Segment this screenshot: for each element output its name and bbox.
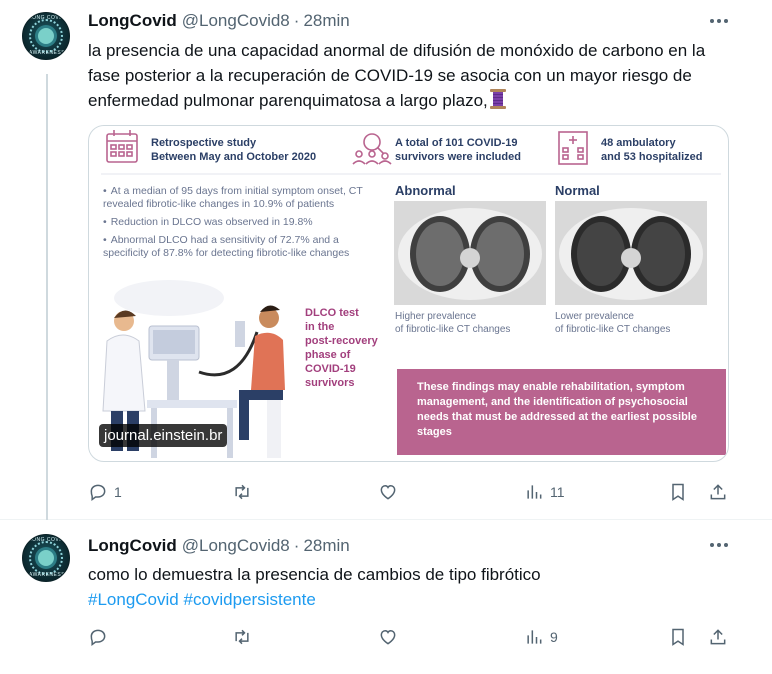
- display-name[interactable]: LongCovid: [88, 536, 177, 556]
- infographic-survivors-text: A total of 101 COVID-19 survivors were i…: [395, 137, 521, 163]
- tweet-1[interactable]: LONG COVID AWARENESS LongCovid @LongCovi…: [0, 0, 772, 520]
- spool-of-thread-emoji: [489, 89, 506, 109]
- finding-item: At a median of 95 days from initial symp…: [103, 185, 373, 211]
- user-handle[interactable]: @LongCovid8: [182, 11, 290, 31]
- timestamp[interactable]: 28min: [303, 11, 349, 31]
- avatar-virus-core: [38, 28, 54, 44]
- avatar-lettering-bottom: AWARENESS: [28, 572, 66, 578]
- reply-button[interactable]: 1: [88, 477, 122, 507]
- tweet-header: LongCovid @LongCovid8 · 28min: [88, 10, 350, 32]
- infographic-study-text: Retrospective study Between May and Octo…: [151, 137, 317, 163]
- retweet-icon: [235, 484, 249, 500]
- dlco-test-label: DLCO test in the post-recovery phase of …: [305, 307, 378, 389]
- heart-icon: [380, 484, 396, 500]
- share-button[interactable]: [708, 477, 728, 507]
- ct-scan-abnormal: [394, 201, 546, 305]
- like-button[interactable]: [378, 622, 398, 652]
- hashtag-link[interactable]: #covidpersistente: [183, 590, 315, 609]
- tweet-text: la presencia de una capacidad anormal de…: [88, 38, 738, 113]
- hashtag-link[interactable]: #LongCovid: [88, 590, 179, 609]
- views-chart-icon: [527, 630, 542, 644]
- infographic-findings-list: At a median of 95 days from initial symp…: [103, 185, 373, 260]
- finding-item: Abnormal DLCO had a sensitivity of 72.7%…: [103, 234, 373, 260]
- conclusion-text: These findings may enable rehabilitation…: [417, 381, 697, 438]
- views-count: 11: [550, 484, 565, 500]
- views-button[interactable]: 9: [524, 622, 558, 652]
- tweet-2[interactable]: LONG COVID AWARENESS LongCovid @LongCovi…: [0, 520, 772, 674]
- abnormal-caption: Higher prevalence of fibrotic-like CT ch…: [395, 311, 511, 335]
- tweet-text: como lo demuestra la presencia de cambio…: [88, 562, 738, 612]
- thread-connector-line: [46, 74, 48, 520]
- views-chart-icon: [527, 485, 542, 499]
- reply-count: 1: [114, 484, 122, 500]
- tweet-text-body: como lo demuestra la presencia de cambio…: [88, 565, 541, 584]
- bookmark-icon: [672, 628, 684, 646]
- timestamp[interactable]: 28min: [303, 536, 349, 556]
- image-watermark: journal.einstein.br: [99, 424, 228, 447]
- people-search-icon: [352, 133, 392, 165]
- separator-dot: ·: [293, 11, 300, 30]
- share-icon: [710, 484, 726, 500]
- like-button[interactable]: [378, 477, 398, 507]
- hospital-icon: [558, 131, 588, 165]
- bookmark-button[interactable]: [668, 477, 688, 507]
- views-count: 9: [550, 629, 558, 645]
- reply-icon: [90, 484, 106, 501]
- views-button[interactable]: 11: [524, 477, 565, 507]
- tweet-action-bar: 1 11: [80, 477, 760, 507]
- hashtag-list: #LongCovid #covidpersistente: [88, 587, 738, 612]
- separator-dot: ·: [293, 536, 300, 555]
- retweet-button[interactable]: [232, 622, 252, 652]
- tweet-action-bar: 9: [80, 622, 760, 652]
- reply-button[interactable]: [88, 622, 108, 652]
- avatar-lettering-bottom: AWARENESS: [28, 50, 66, 56]
- ct-scan-normal: [555, 201, 707, 305]
- normal-label: Normal: [555, 183, 600, 198]
- reply-icon: [90, 629, 106, 646]
- bookmark-button[interactable]: [668, 622, 688, 652]
- retweet-button[interactable]: [232, 477, 252, 507]
- more-dots-icon[interactable]: [708, 10, 730, 32]
- bookmark-icon: [672, 483, 684, 501]
- normal-caption: Lower prevalence of fibrotic-like CT cha…: [555, 311, 671, 335]
- avatar[interactable]: LONG COVID AWARENESS: [22, 534, 70, 582]
- calendar-icon: [106, 130, 138, 163]
- display-name[interactable]: LongCovid: [88, 11, 177, 31]
- user-handle[interactable]: @LongCovid8: [182, 536, 290, 556]
- tweet-header: LongCovid @LongCovid8 · 28min: [88, 535, 350, 557]
- tweet-media-image[interactable]: Retrospective study Between May and Octo…: [88, 125, 729, 462]
- avatar-virus-core: [38, 550, 54, 566]
- retweet-icon: [235, 629, 249, 645]
- heart-icon: [380, 629, 396, 645]
- avatar[interactable]: LONG COVID AWARENESS: [22, 12, 70, 60]
- finding-item: Reduction in DLCO was observed in 19.8%: [103, 216, 373, 229]
- share-icon: [710, 629, 726, 645]
- infographic-patients-text: 48 ambulatory and 53 hospitalized: [601, 137, 703, 163]
- tweet-text-body: la presencia de una capacidad anormal de…: [88, 41, 706, 110]
- abnormal-label: Abnormal: [395, 183, 456, 198]
- more-dots-icon[interactable]: [708, 534, 730, 556]
- share-button[interactable]: [708, 622, 728, 652]
